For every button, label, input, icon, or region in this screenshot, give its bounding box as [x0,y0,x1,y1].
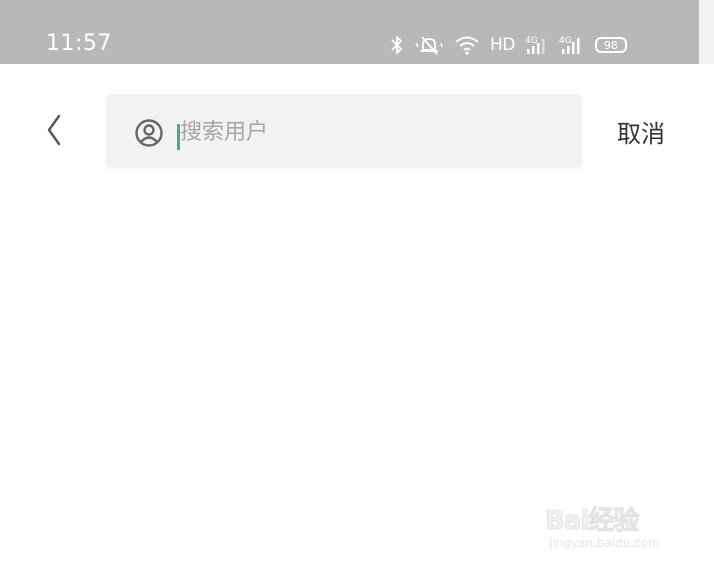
status-icons: HD 4G 4G 98 [390,32,627,58]
bluetooth-icon [390,34,404,56]
chevron-left-icon [44,113,64,152]
hd-icon: HD [490,35,515,55]
search-input[interactable] [180,114,560,150]
wifi-icon [454,34,480,56]
watermark-logo: Bai经验 jingyan.baidu.com [544,488,685,558]
watermark-url: jingyan.baidu.com [549,536,660,550]
status-edge [699,0,714,64]
svg-text:4G: 4G [559,36,572,46]
back-button[interactable] [36,108,72,156]
battery-icon: 98 [594,37,627,53]
mute-icon [414,34,444,56]
signal-4g-icon: 4G [559,34,585,56]
signal-4g-icon: 4G [525,34,549,56]
cancel-button[interactable]: 取消 [617,114,665,149]
search-box[interactable] [106,94,582,168]
search-user-page: 11:57 HD 4G 4G 98 搜索用户 取消 Bai经验 jingyan.… [0,0,714,568]
status-bar: 11:57 HD 4G 4G 98 [0,0,699,64]
status-time: 11:57 [46,31,112,56]
user-circle-icon [134,118,164,148]
watermark-brand: Bai经验 [544,506,639,537]
svg-text:4G: 4G [525,36,538,46]
